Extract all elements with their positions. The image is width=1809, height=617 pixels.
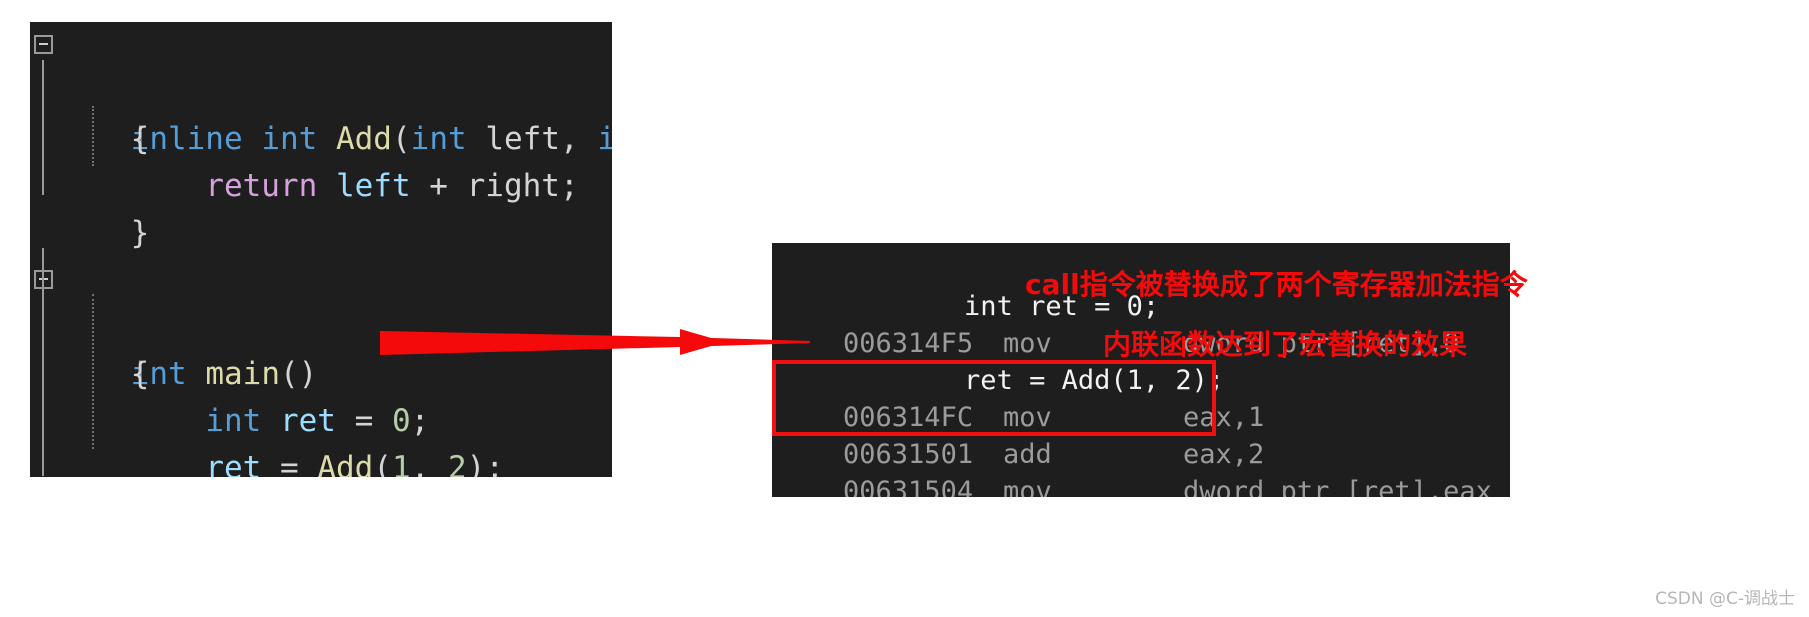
code-line: int main() <box>30 257 612 392</box>
code-line: ret = Add(1, 2); <box>30 398 612 477</box>
red-arrow-icon <box>380 329 810 355</box>
annotation-inline-macro-effect: 内联函数达到了宏替换的效果 <box>1103 328 1468 361</box>
disassembly-instruction-row: 00631504 mov dword ptr [ret],eax <box>772 436 1510 497</box>
disassembly-instruction-row-highlighted: 00631501 add eax,2 <box>772 399 1510 470</box>
disassembly-mnemonic: mov <box>1003 476 1052 497</box>
code-line: } <box>30 163 612 251</box>
code-line: return left + right; <box>30 116 612 204</box>
collapse-toggle-add-function[interactable] <box>34 35 53 54</box>
code-line: inline int Add(int left, int right) <box>30 22 612 157</box>
csdn-watermark: CSDN @C-调战士 <box>1655 589 1795 609</box>
code-line: { <box>30 69 612 157</box>
annotation-call-replaced: call指令被替换成了两个寄存器加法指令 <box>1025 268 1528 301</box>
disassembly-address: 00631504 <box>843 476 974 497</box>
disassembly-top-spacer <box>772 243 1510 251</box>
code-editor-panel[interactable]: inline int Add(int left, int right) { re… <box>30 22 612 477</box>
disassembly-operands: dword ptr [ret],eax <box>1183 476 1492 497</box>
disassembly-instruction-row-highlighted: 006314FC mov eax,1 <box>772 362 1510 433</box>
